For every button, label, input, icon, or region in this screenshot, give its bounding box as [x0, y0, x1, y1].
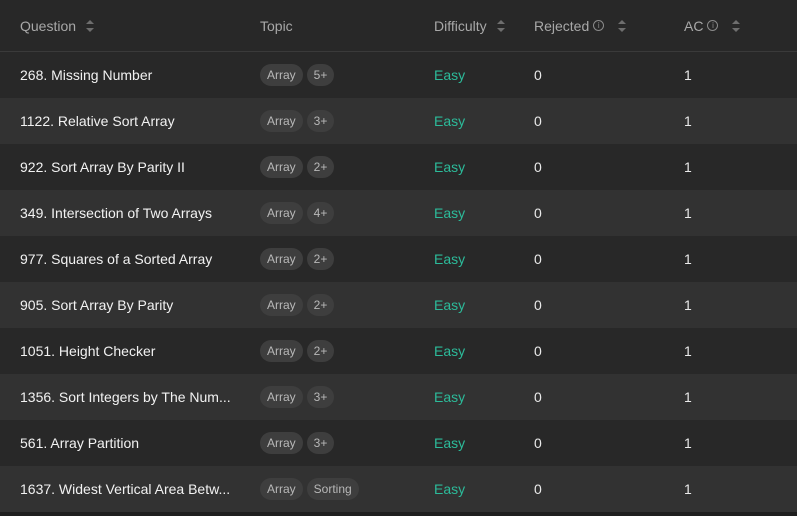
- difficulty-label: Easy: [434, 343, 466, 359]
- question-title[interactable]: 977. Squares of a Sorted Array: [20, 251, 212, 267]
- question-title[interactable]: 349. Intersection of Two Arrays: [20, 205, 212, 221]
- header-topic: Topic: [240, 18, 434, 34]
- ac-count: 1: [684, 481, 692, 497]
- header-question[interactable]: Question: [0, 18, 240, 34]
- difficulty-label: Easy: [434, 297, 466, 313]
- difficulty-label: Easy: [434, 389, 466, 405]
- topic-more-tag[interactable]: 2+: [306, 156, 335, 178]
- ac-count: 1: [684, 435, 692, 451]
- rejected-count: 0: [534, 159, 542, 175]
- topic-more-tag[interactable]: 5+: [306, 64, 335, 86]
- sort-icon[interactable]: [86, 19, 95, 32]
- header-question-label: Question: [20, 17, 77, 34]
- table-row[interactable]: 922. Sort Array By Parity II Array 2+ Eas…: [0, 144, 797, 190]
- topic-tag[interactable]: Array: [260, 294, 303, 316]
- question-title[interactable]: 1356. Sort Integers by The Num...: [20, 389, 231, 405]
- difficulty-label: Easy: [434, 481, 466, 497]
- table-row[interactable]: 561. Array Partition Array 3+ Easy 0 1: [0, 420, 797, 466]
- table-row[interactable]: 349. Intersection of Two Arrays Array 4+ …: [0, 190, 797, 236]
- rejected-count: 0: [534, 113, 542, 129]
- table-row[interactable]: 268. Missing Number Array 5+ Easy 0 1: [0, 52, 797, 98]
- table-row[interactable]: 1637. Widest Vertical Area Betw... Array…: [0, 466, 797, 512]
- rejected-count: 0: [534, 343, 542, 359]
- header-rejected-label: Rejected: [534, 17, 590, 34]
- difficulty-label: Easy: [434, 205, 466, 221]
- ac-count: 1: [684, 389, 692, 405]
- ac-count: 1: [684, 67, 692, 83]
- topic-more-tag[interactable]: 2+: [306, 248, 335, 270]
- ac-count: 1: [684, 159, 692, 175]
- topic-tag[interactable]: Array: [260, 478, 303, 500]
- topic-more-tag[interactable]: 3+: [306, 110, 335, 132]
- question-title[interactable]: 268. Missing Number: [20, 67, 152, 83]
- table-row[interactable]: 905. Sort Array By Parity Array 2+ Easy 0…: [0, 282, 797, 328]
- topic-more-tag[interactable]: 3+: [306, 386, 335, 408]
- bottom-divider: [0, 512, 797, 516]
- table-row[interactable]: 1356. Sort Integers by The Num... Array 3…: [0, 374, 797, 420]
- table-header: Question Topic Difficulty Rejected i AC …: [0, 0, 797, 52]
- rejected-count: 0: [534, 297, 542, 313]
- header-difficulty[interactable]: Difficulty: [434, 18, 534, 34]
- topic-tag[interactable]: Array: [260, 340, 303, 362]
- difficulty-label: Easy: [434, 435, 466, 451]
- topic-tag[interactable]: Array: [260, 202, 303, 224]
- rejected-count: 0: [534, 435, 542, 451]
- question-title[interactable]: 922. Sort Array By Parity II: [20, 159, 185, 175]
- sort-icon[interactable]: [496, 19, 505, 32]
- topic-tag[interactable]: Array: [260, 386, 303, 408]
- header-ac-label: AC: [684, 17, 704, 34]
- ac-count: 1: [684, 205, 692, 221]
- difficulty-label: Easy: [434, 67, 466, 83]
- ac-count: 1: [684, 113, 692, 129]
- header-topic-label: Topic: [260, 17, 293, 34]
- question-title[interactable]: 561. Array Partition: [20, 435, 139, 451]
- header-ac[interactable]: AC i: [684, 18, 797, 34]
- rejected-count: 0: [534, 251, 542, 267]
- sort-icon[interactable]: [618, 19, 627, 32]
- question-title[interactable]: 905. Sort Array By Parity: [20, 297, 173, 313]
- rejected-count: 0: [534, 205, 542, 221]
- question-title[interactable]: 1122. Relative Sort Array: [20, 113, 175, 129]
- question-title[interactable]: 1637. Widest Vertical Area Betw...: [20, 481, 230, 497]
- rejected-count: 0: [534, 67, 542, 83]
- ac-count: 1: [684, 343, 692, 359]
- info-icon[interactable]: i: [707, 20, 719, 31]
- header-difficulty-label: Difficulty: [434, 17, 487, 34]
- info-icon[interactable]: i: [593, 20, 605, 31]
- difficulty-label: Easy: [434, 251, 466, 267]
- rejected-count: 0: [534, 481, 542, 497]
- header-rejected[interactable]: Rejected i: [534, 18, 684, 34]
- topic-sorting-tag[interactable]: Sorting: [306, 478, 359, 500]
- table-row[interactable]: 1122. Relative Sort Array Array 3+ Easy 0…: [0, 98, 797, 144]
- table-row[interactable]: 1051. Height Checker Array 2+ Easy 0 1: [0, 328, 797, 374]
- topic-tag[interactable]: Array: [260, 248, 303, 270]
- topic-tag[interactable]: Array: [260, 432, 303, 454]
- topic-tag[interactable]: Array: [260, 64, 303, 86]
- topic-more-tag[interactable]: 2+: [306, 294, 335, 316]
- topic-more-tag[interactable]: 4+: [306, 202, 335, 224]
- topic-more-tag[interactable]: 2+: [306, 340, 335, 362]
- topic-tag[interactable]: Array: [260, 156, 303, 178]
- sort-icon[interactable]: [732, 19, 741, 32]
- table-row[interactable]: 977. Squares of a Sorted Array Array 2+ E…: [0, 236, 797, 282]
- topic-more-tag[interactable]: 3+: [306, 432, 335, 454]
- difficulty-label: Easy: [434, 159, 466, 175]
- rejected-count: 0: [534, 389, 542, 405]
- question-title[interactable]: 1051. Height Checker: [20, 343, 155, 359]
- questions-table: Question Topic Difficulty Rejected i AC …: [0, 0, 797, 516]
- topic-tag[interactable]: Array: [260, 110, 303, 132]
- ac-count: 1: [684, 251, 692, 267]
- difficulty-label: Easy: [434, 113, 466, 129]
- ac-count: 1: [684, 297, 692, 313]
